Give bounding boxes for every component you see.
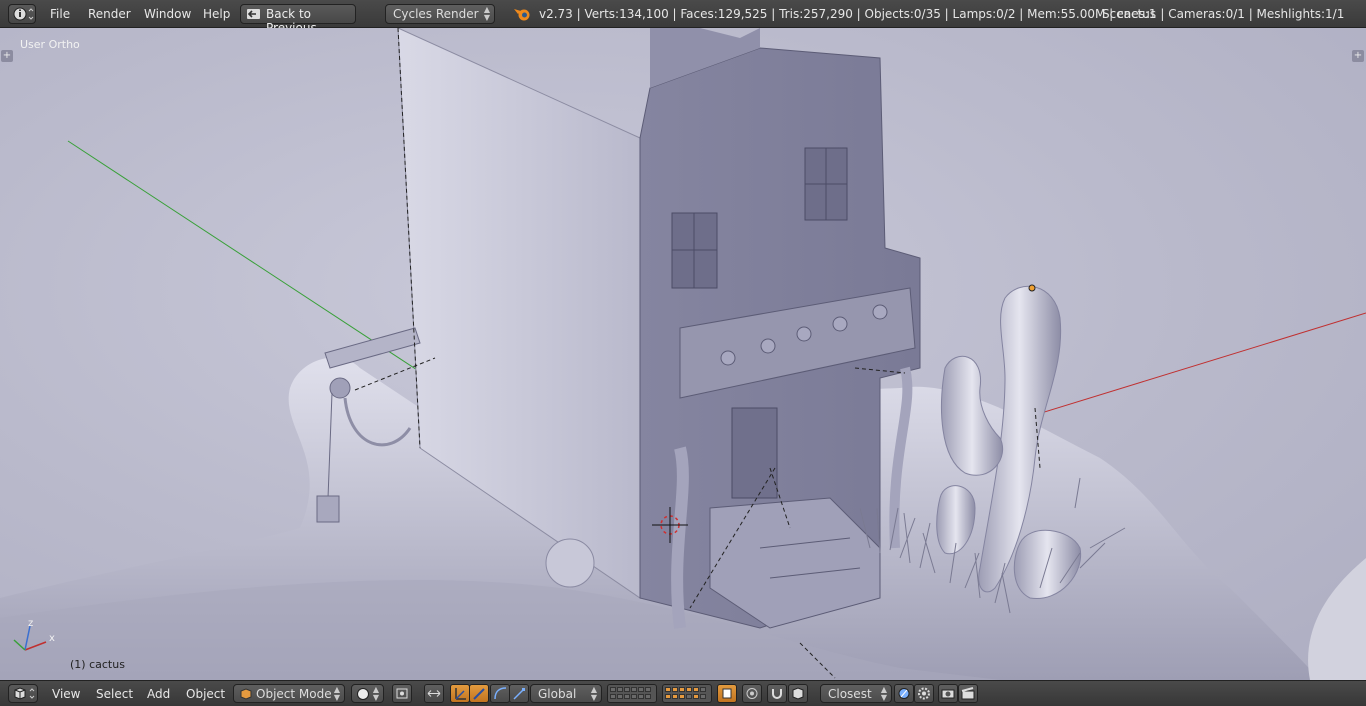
clapperboard-icon: [961, 687, 975, 700]
translate-manipulator-button[interactable]: [450, 684, 470, 703]
snap-target-label: Closest: [828, 687, 872, 701]
up-down-arrows-icon: ▲ ▼: [590, 685, 597, 702]
view-name-label: User Ortho: [20, 38, 80, 51]
render-preview-button[interactable]: [914, 684, 934, 703]
arc-icon: [494, 687, 507, 700]
hill-right: [1308, 558, 1366, 680]
manipulator-toggle-button[interactable]: [424, 684, 444, 703]
rotate-icon: [473, 688, 485, 700]
editor-type-3d-button[interactable]: [8, 684, 38, 703]
back-arrow-icon: [247, 9, 260, 19]
blender-logo-icon: [514, 9, 530, 21]
opengl-render-animation-button[interactable]: [958, 684, 978, 703]
toolshelf-toggle[interactable]: +: [1, 50, 13, 62]
interaction-mode-dropdown[interactable]: Object Mode ▲ ▼: [233, 684, 345, 703]
shrub: [545, 538, 595, 588]
back-to-previous-button[interactable]: Back to Previous: [240, 4, 356, 35]
layer-lock-icon: [722, 688, 732, 699]
menu-view[interactable]: View: [52, 687, 80, 701]
lock-camera-layers-button[interactable]: [717, 684, 737, 703]
up-down-arrows-icon: ▲ ▼: [880, 685, 887, 702]
menu-window[interactable]: Window: [144, 7, 191, 21]
transform-orientation-dropdown[interactable]: Global ▲ ▼: [530, 684, 602, 703]
layers-grid-used[interactable]: [662, 684, 712, 703]
menu-render[interactable]: Render: [88, 7, 131, 21]
camera-icon: [941, 689, 955, 699]
info-icon: [13, 7, 34, 21]
viewport-shading-dropdown[interactable]: ▲ ▼: [351, 684, 384, 703]
object-origin: [1028, 284, 1036, 292]
scene-render: [0, 28, 1366, 680]
scene-counts: Scenes:1 | Cameras:0/1 | Meshlights:1/1: [1102, 7, 1345, 21]
interaction-mode-label: Object Mode: [256, 687, 332, 701]
scale-manipulator-button[interactable]: [490, 684, 510, 703]
transform-orientation-label: Global: [538, 687, 577, 701]
translate-icon: [455, 688, 466, 700]
rotate-manipulator-button[interactable]: [469, 684, 489, 703]
scene-statistics: v2.73 | Verts:134,100 | Faces:129,525 | …: [539, 7, 1157, 21]
layers-grid[interactable]: [607, 684, 657, 703]
proportional-edit-button[interactable]: [742, 684, 762, 703]
snap-toggle-button[interactable]: [767, 684, 787, 703]
well-bucket: [316, 495, 340, 523]
transform-button[interactable]: [509, 684, 529, 703]
menu-help[interactable]: Help: [203, 7, 230, 21]
manipulator-icon: [427, 690, 441, 697]
proportional-edit-icon: [746, 688, 758, 699]
porch-post-left: [671, 446, 689, 629]
editor-type-button[interactable]: [8, 4, 36, 24]
menu-file[interactable]: File: [50, 7, 70, 21]
menu-select[interactable]: Select: [96, 687, 133, 701]
snap-align-rotation-button[interactable]: [894, 684, 914, 703]
well-pulley: [329, 377, 351, 399]
align-rotation-icon: [898, 688, 910, 699]
axis-x-label: x: [49, 633, 55, 644]
scale-icon: [513, 688, 525, 700]
opengl-render-image-button[interactable]: [938, 684, 958, 703]
active-object-label: (1) cactus: [70, 658, 125, 671]
render-engine-label: Cycles Render: [393, 7, 479, 21]
properties-toggle[interactable]: +: [1352, 50, 1364, 62]
up-down-arrows-icon: ▲ ▼: [333, 685, 340, 702]
menu-object[interactable]: Object: [186, 687, 225, 701]
snap-cube-icon: [792, 687, 804, 700]
3d-view-header: View Select Add Object Object Mode ▲ ▼ ▲ ▼…: [0, 680, 1366, 706]
axis-z-label: z: [28, 618, 34, 629]
object-mode-icon: [240, 688, 252, 700]
solid-shading-icon: [357, 688, 369, 700]
menu-add[interactable]: Add: [147, 687, 170, 701]
snap-element-button[interactable]: [788, 684, 808, 703]
up-down-arrows-icon: ▲ ▼: [483, 5, 490, 22]
cube-icon: [14, 687, 35, 700]
render-gear-icon: [918, 687, 930, 700]
info-header: File Render Window Help Back to Previous…: [0, 0, 1366, 35]
snap-target-dropdown[interactable]: Closest ▲ ▼: [820, 684, 892, 703]
up-down-arrows-icon: ▲ ▼: [372, 685, 379, 702]
3d-viewport[interactable]: User Ortho x z (1) cactus + +: [0, 28, 1366, 680]
render-engine-dropdown[interactable]: Cycles Render ▲ ▼: [385, 4, 495, 24]
door: [731, 407, 778, 499]
magnet-icon: [772, 689, 782, 699]
pivot-icon: [396, 688, 408, 699]
pivot-point-button[interactable]: [392, 684, 412, 703]
